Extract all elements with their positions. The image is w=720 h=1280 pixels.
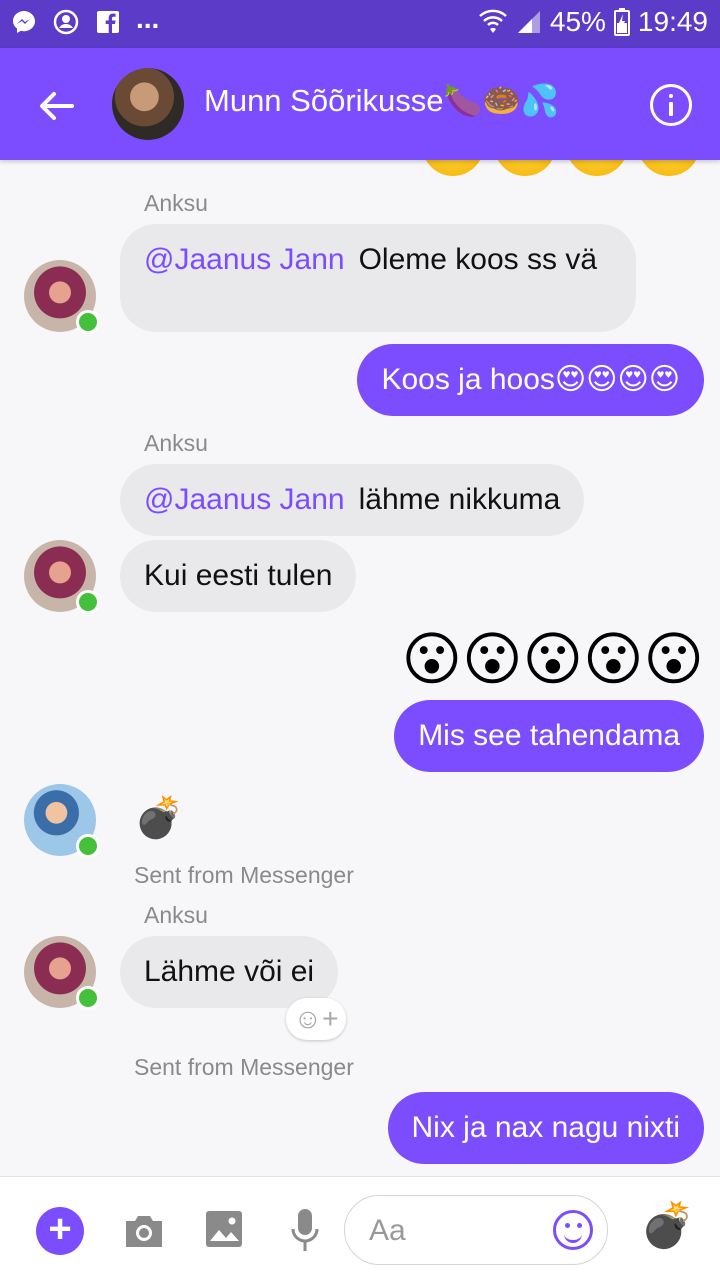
- message-text: Oleme koos ss vä: [358, 243, 598, 276]
- avatar[interactable]: [24, 784, 100, 858]
- avatar[interactable]: [24, 540, 100, 614]
- status-bar: ... 45% 19:49: [0, 0, 720, 48]
- add-reaction-icon[interactable]: ☺+: [286, 998, 346, 1040]
- more-notifications-icon: ...: [136, 3, 160, 34]
- sent-from-label: Sent from Messenger: [134, 862, 354, 888]
- composer-bar: + 💣: [0, 1176, 720, 1280]
- clock: 19:49: [637, 6, 708, 37]
- wifi-icon: [479, 9, 507, 33]
- battery-icon: [613, 8, 630, 36]
- back-arrow-icon[interactable]: [34, 84, 78, 128]
- incoming-message[interactable]: Kui eesti tulen: [120, 540, 357, 612]
- signal-icon: [517, 11, 540, 33]
- emoji-partial: [638, 160, 700, 176]
- conversation-header: Munn Sõõrikusse🍆🍩💦: [0, 48, 720, 160]
- message-input[interactable]: [369, 1210, 539, 1252]
- camera-icon[interactable]: [122, 1209, 166, 1253]
- mention[interactable]: @Jaanus Jann: [144, 243, 345, 276]
- account-notification-icon: [52, 8, 80, 36]
- gallery-icon[interactable]: [204, 1209, 244, 1249]
- sender-name: Anksu: [144, 190, 208, 216]
- emoji-partial: [494, 160, 556, 176]
- emoji-partial: [566, 160, 628, 176]
- microphone-icon[interactable]: [290, 1207, 320, 1255]
- emoji-picker-icon[interactable]: [553, 1210, 593, 1250]
- facebook-notification-icon: [94, 8, 122, 36]
- group-avatar[interactable]: [112, 68, 184, 140]
- online-indicator: [76, 986, 100, 1010]
- message-text: lähme nikkuma: [358, 483, 561, 516]
- avatar[interactable]: [24, 260, 100, 334]
- outgoing-message[interactable]: Koos ja hoos😍😍😍😍: [357, 344, 704, 416]
- messenger-notification-icon: [10, 8, 38, 36]
- sender-name: Anksu: [144, 430, 208, 456]
- sent-from-label: Sent from Messenger: [134, 1054, 354, 1080]
- mention[interactable]: @Jaanus Jann: [144, 483, 345, 516]
- emoji-message[interactable]: 😮😮😮😮😮: [402, 628, 704, 692]
- avatar[interactable]: [24, 936, 100, 1010]
- more-actions-button[interactable]: +: [36, 1207, 84, 1255]
- sender-name: Anksu: [144, 902, 208, 928]
- online-indicator: [76, 834, 100, 858]
- outgoing-message[interactable]: Mis see tahendama: [394, 700, 704, 772]
- incoming-message[interactable]: @Jaanus Jann Oleme koos ss vä: [120, 224, 636, 332]
- info-icon[interactable]: [650, 84, 692, 126]
- bomb-emoji-message[interactable]: 💣: [134, 794, 184, 841]
- conversation-title[interactable]: Munn Sõõrikusse🍆🍩💦: [204, 82, 559, 119]
- emoji-partial: [422, 160, 484, 176]
- incoming-message[interactable]: @Jaanus Jann lähme nikkuma: [120, 464, 585, 536]
- outgoing-message[interactable]: Nix ja nax nagu nixti: [387, 1092, 704, 1164]
- status-icons-right: 45% 19:49: [478, 6, 708, 38]
- battery-percent: 45%: [549, 6, 606, 37]
- quick-emoji-button[interactable]: 💣: [640, 1199, 695, 1251]
- online-indicator: [76, 590, 100, 614]
- message-input-container[interactable]: [344, 1195, 608, 1265]
- message-list[interactable]: Anksu @Jaanus Jann Oleme koos ss vä Koos …: [0, 160, 720, 1176]
- online-indicator: [76, 310, 100, 334]
- status-icons-left: ...: [10, 3, 160, 36]
